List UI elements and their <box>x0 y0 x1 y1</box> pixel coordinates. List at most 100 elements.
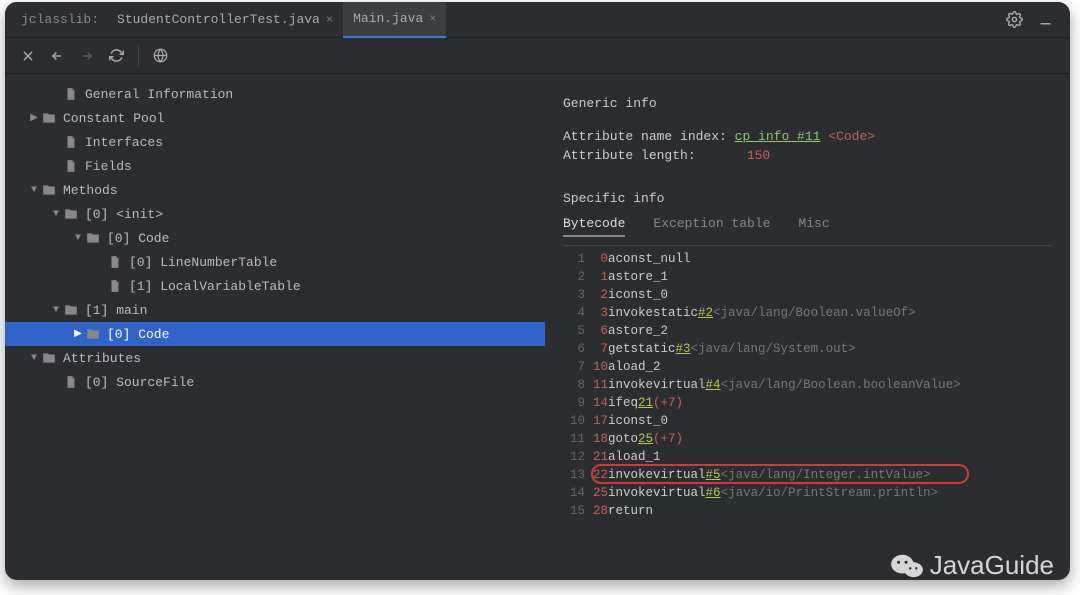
opcode: invokevirtual <box>608 376 706 394</box>
opcode: iconst_0 <box>608 412 668 430</box>
tree-label: [1] main <box>85 303 147 318</box>
opcode: ifeq <box>608 394 638 412</box>
opcode: invokevirtual <box>608 466 706 484</box>
chevron-icon[interactable]: ▼ <box>49 209 63 220</box>
bytecode-line[interactable]: 1118 goto 25 (+7) <box>563 430 1052 448</box>
refresh-icon[interactable] <box>109 48 124 63</box>
bytecode-line[interactable]: 1425 invokevirtual #6 <java/io/PrintStre… <box>563 484 1052 502</box>
jump-target[interactable]: 21 <box>638 394 653 412</box>
file-icon <box>63 86 79 102</box>
pc-offset: 10 <box>593 358 608 376</box>
tree-item[interactable]: ▼[0] <init> <box>5 202 545 226</box>
bytecode-line[interactable]: 710 aload_2 <box>563 358 1052 376</box>
constant-ref[interactable]: #6 <box>706 484 721 502</box>
forward-icon[interactable] <box>79 49 95 63</box>
folder-icon <box>63 206 79 222</box>
opcode: astore_2 <box>608 322 668 340</box>
tree-label: Interfaces <box>85 135 163 150</box>
folder-icon <box>41 350 57 366</box>
tree-item[interactable]: ▼ Attributes <box>5 346 545 370</box>
pc-offset: 18 <box>593 430 608 448</box>
line-number: 14 <box>563 484 585 502</box>
opcode: return <box>608 502 653 520</box>
tree-item[interactable]: Interfaces <box>5 130 545 154</box>
back-icon[interactable] <box>49 49 65 63</box>
close-icon[interactable] <box>21 49 35 63</box>
constant-ref[interactable]: #5 <box>706 466 721 484</box>
tree-item[interactable]: Fields <box>5 154 545 178</box>
tree-item[interactable]: [1] LocalVariableTable <box>5 274 545 298</box>
constant-ref[interactable]: #3 <box>676 340 691 358</box>
tab-label: StudentControllerTest.java <box>117 12 320 27</box>
tree-label: Constant Pool <box>63 111 164 126</box>
bytecode-line[interactable]: 1 0 aconst_null <box>563 250 1052 268</box>
tree-label: [0] Code <box>107 327 169 342</box>
titlebar: jclasslib: StudentControllerTest.java×Ma… <box>5 2 1070 38</box>
constant-ref[interactable]: #4 <box>706 376 721 394</box>
line-number: 6 <box>563 340 585 358</box>
tab-close-icon[interactable]: × <box>326 13 333 27</box>
tree-item[interactable]: [0] SourceFile <box>5 370 545 394</box>
chevron-icon[interactable]: ▼ <box>71 233 85 244</box>
bytecode-line[interactable]: 3 2 iconst_0 <box>563 286 1052 304</box>
attr-name-index-link[interactable]: cp_info #11 <box>735 129 821 144</box>
details-panel: Generic info Attribute name index: cp_in… <box>545 74 1070 580</box>
chevron-icon[interactable]: ▼ <box>49 305 63 316</box>
bytecode-line[interactable]: 2 1 astore_1 <box>563 268 1052 286</box>
opcode: goto <box>608 430 638 448</box>
opcode: iconst_0 <box>608 286 668 304</box>
tree-item[interactable]: ▶ [0] Code <box>5 322 545 346</box>
bytecode-line[interactable]: 1221 aload_1 <box>563 448 1052 466</box>
settings-icon[interactable] <box>1006 11 1023 28</box>
editor-tab[interactable]: Main.java× <box>343 2 446 38</box>
structure-tree[interactable]: General Information ▶ Constant Pool Interfa… <box>5 74 545 580</box>
tab-close-icon[interactable]: × <box>429 12 436 26</box>
tree-item[interactable]: ▶ Constant Pool <box>5 106 545 130</box>
attr-length-value: 150 <box>747 148 770 163</box>
pc-offset: 6 <box>593 322 608 340</box>
line-number: 13 <box>563 466 585 484</box>
bytecode-line[interactable]: 914 ifeq 21 (+7) <box>563 394 1052 412</box>
operand-comment: <java/lang/Boolean.valueOf> <box>713 304 916 322</box>
tree-label: [0] SourceFile <box>85 375 194 390</box>
subtab[interactable]: Exception table <box>653 216 770 237</box>
opcode: aload_2 <box>608 358 661 376</box>
file-icon <box>63 158 79 174</box>
divider <box>138 46 139 66</box>
subtab[interactable]: Misc <box>798 216 829 237</box>
subtab[interactable]: Bytecode <box>563 216 625 237</box>
minimize-icon[interactable] <box>1037 11 1054 28</box>
chevron-icon[interactable]: ▶ <box>27 112 41 124</box>
bytecode-line[interactable]: 811 invokevirtual #4 <java/lang/Boolean.… <box>563 376 1052 394</box>
globe-icon[interactable] <box>153 48 168 63</box>
tree-item[interactable]: [0] LineNumberTable <box>5 250 545 274</box>
bytecode-listing[interactable]: 1 0 aconst_null2 1 astore_13 2 iconst_04… <box>563 245 1052 520</box>
main-content: General Information ▶ Constant Pool Interfa… <box>5 74 1070 580</box>
bytecode-line[interactable]: 4 3 invokestatic #2 <java/lang/Boolean.v… <box>563 304 1052 322</box>
chevron-icon[interactable]: ▶ <box>71 328 85 340</box>
constant-ref[interactable]: #2 <box>698 304 713 322</box>
tree-label: Attributes <box>63 351 141 366</box>
bytecode-line[interactable]: 1528 return <box>563 502 1052 520</box>
chevron-icon[interactable]: ▼ <box>27 185 41 196</box>
tree-item[interactable]: ▼Methods <box>5 178 545 202</box>
file-icon <box>107 278 123 294</box>
tree-item[interactable]: ▼ [0] Code <box>5 226 545 250</box>
opcode: aload_1 <box>608 448 661 466</box>
bytecode-line[interactable]: 5 6 astore_2 <box>563 322 1052 340</box>
app-window: jclasslib: StudentControllerTest.java×Ma… <box>5 2 1070 580</box>
bytecode-line[interactable]: 1322 invokevirtual #5 <java/lang/Integer… <box>563 466 1052 484</box>
titlebar-actions <box>1006 11 1062 28</box>
tree-item[interactable]: ▼ [1] main <box>5 298 545 322</box>
opcode: invokestatic <box>608 304 698 322</box>
bytecode-line[interactable]: 1017 iconst_0 <box>563 412 1052 430</box>
bytecode-line[interactable]: 6 7 getstatic #3 <java/lang/System.out> <box>563 340 1052 358</box>
chevron-icon[interactable]: ▼ <box>27 353 41 364</box>
editor-tab[interactable]: StudentControllerTest.java × <box>107 2 343 38</box>
pc-offset: 21 <box>593 448 608 466</box>
tree-label: [0] Code <box>107 231 169 246</box>
watermark-text: JavaGuide <box>930 550 1054 581</box>
tree-item[interactable]: General Information <box>5 82 545 106</box>
jump-target[interactable]: 25 <box>638 430 653 448</box>
file-icon <box>63 134 79 150</box>
